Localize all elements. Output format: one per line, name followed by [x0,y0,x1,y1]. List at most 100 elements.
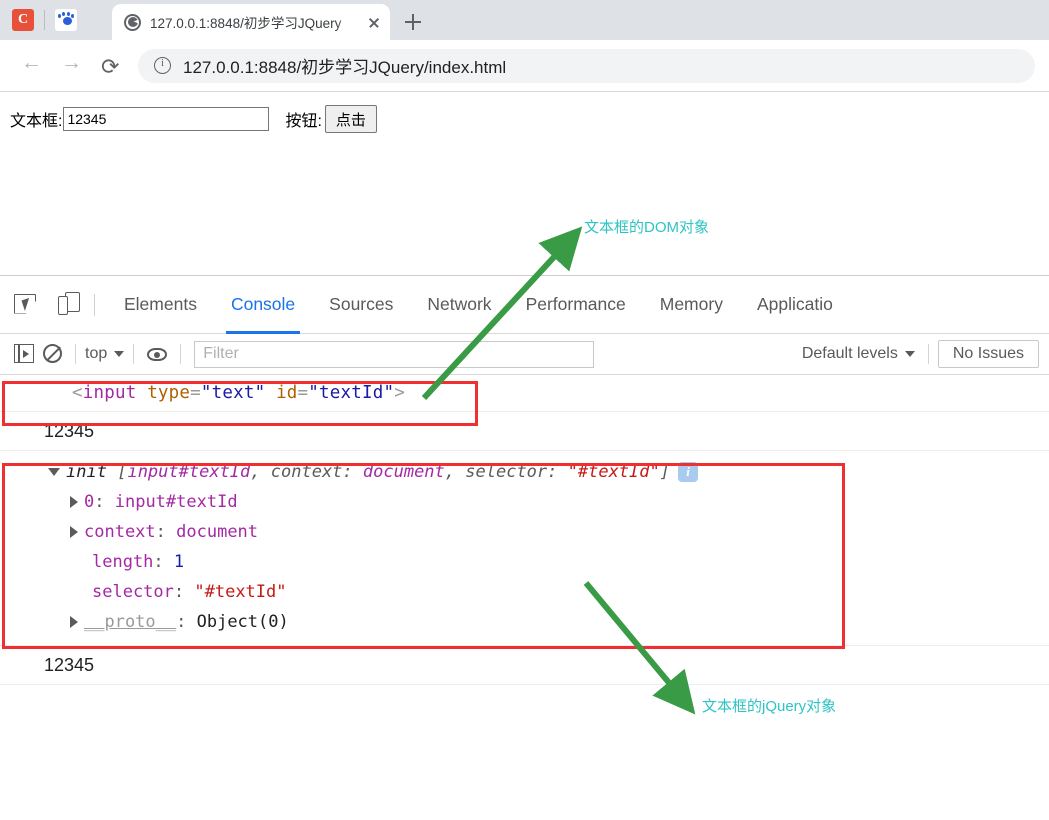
toolbar-divider [133,344,135,364]
execution-context-label: top [85,345,108,362]
property-key: length [92,552,154,572]
property-key: __proto__ [84,612,177,632]
chevron-down-icon [904,351,915,357]
chevron-right-icon[interactable] [70,526,78,538]
browser-window: C 127.0.0.1:8848/初步学习JQuery ⟳ [0,0,1049,820]
tab-memory[interactable]: Memory [643,276,740,334]
url-text: 127.0.0.1:8848/初步学习JQuery/index.html [183,58,507,77]
inspect-element-icon[interactable] [8,288,42,322]
object-property-row[interactable]: context: document [48,517,1049,547]
close-icon[interactable] [364,12,384,32]
console-toolbar: top Filter Default levels No Issues [0,334,1049,375]
property-key: context [84,522,156,542]
property-value: input#textId [114,492,238,512]
page-viewport: 文本框: 按钮: 点击 [0,92,1049,275]
address-bar[interactable]: 127.0.0.1:8848/初步学习JQuery/index.html [138,48,1035,83]
jquery-object-header[interactable]: init [input#textId, context: document, s… [48,457,1049,487]
bracket-open: [ [117,462,128,482]
toolbar-divider [75,344,76,364]
filter-placeholder: Filter [203,345,239,362]
form-row: 文本框: 按钮: 点击 [10,105,377,133]
devtools-tabbar: Elements Console Sources Network Perform… [0,276,1049,334]
browser-tab[interactable]: 127.0.0.1:8848/初步学习JQuery [112,4,390,40]
tab-console[interactable]: Console [214,276,312,334]
chevron-down-icon [114,351,125,357]
separator: , [250,462,271,482]
context-key: context: [270,462,363,482]
bracket-close: ] [659,462,670,482]
attr-id-name: id [276,383,298,403]
info-circle-icon[interactable] [154,57,171,74]
tab-title: 127.0.0.1:8848/初步学习JQuery [150,12,360,32]
property-sep: : [176,612,197,632]
filter-input[interactable]: Filter [194,340,595,368]
globe-icon [124,13,141,31]
attr-eq: = [190,383,201,403]
separator: , [444,462,466,482]
console-message-dom[interactable]: <input type="text" id="textId"> [0,375,1049,412]
reload-icon[interactable]: ⟳ [92,48,128,84]
clear-console-icon[interactable] [38,340,66,368]
open-angle: < [72,383,83,403]
device-toolbar-icon[interactable] [50,288,84,322]
tab-performance[interactable]: Performance [509,276,643,334]
object-property-row[interactable]: 0: input#textId [48,487,1049,517]
devtools-tab-list: Elements Console Sources Network Perform… [107,276,850,334]
log-levels-dropdown[interactable]: Default levels [802,345,915,363]
console-toolbar-right: Default levels No Issues [802,340,1049,368]
console-message-value-1: 12345 [0,412,1049,451]
selector-key: selector: [465,462,568,482]
issues-button[interactable]: No Issues [937,340,1039,368]
attr-id-value: "textId" [308,383,395,403]
property-value: Object(0) [196,612,289,632]
property-key: 0 [84,492,95,512]
paw-icon [57,11,75,29]
selector-value: "#textId" [567,462,660,482]
browser-toolbar: ⟳ 127.0.0.1:8848/初步学习JQuery/index.html [0,40,1049,92]
live-expression-icon[interactable] [143,340,171,368]
dom-object-annotation: 文本框的DOM对象 [584,219,709,236]
toolbar-divider [180,344,182,364]
tab-elements[interactable]: Elements [107,276,214,334]
log-levels-label: Default levels [801,345,898,362]
console-message-value-2: 12345 [0,646,1049,685]
text-field-label: 文本框: [10,113,63,130]
property-value: "#textId" [194,582,287,602]
object-property-row[interactable]: length: 1 [48,547,1049,577]
text-input[interactable] [63,107,270,131]
console-sidebar-icon[interactable] [10,340,38,368]
chevron-right-icon[interactable] [70,616,78,628]
property-sep: : [173,582,195,602]
baidu-extension-icon[interactable] [55,9,77,31]
jquery-object-annotation: 文本框的jQuery对象 [702,698,837,715]
devtools-panel: Elements Console Sources Network Perform… [0,275,1049,820]
chevron-right-icon[interactable] [70,496,78,508]
tab-application[interactable]: Applicatio [740,276,850,334]
tab-sources[interactable]: Sources [312,276,410,334]
plus-icon[interactable] [400,9,426,35]
extension-icons: C [0,0,110,40]
attr-eq: = [297,383,309,403]
c-extension-icon[interactable]: C [12,9,34,31]
chevron-down-icon[interactable] [48,468,60,476]
console-message-jquery-object[interactable]: init [input#textId, context: document, s… [0,451,1049,646]
info-badge-icon[interactable]: i [678,462,698,482]
click-button[interactable]: 点击 [324,105,377,133]
property-value: 1 [173,552,185,572]
button-label: 按钮: [285,113,322,130]
object-property-row[interactable]: selector: "#textId" [48,577,1049,607]
attr-type-name: type [147,383,191,403]
property-sep: : [153,552,174,572]
item-0: input#textId [127,462,251,482]
toolbar-divider [927,344,929,364]
back-arrow-icon[interactable] [12,48,48,84]
tab-strip: C 127.0.0.1:8848/初步学习JQuery [0,0,1049,40]
object-property-row[interactable]: __proto__: Object(0) [48,607,1049,637]
tab-network[interactable]: Network [410,276,508,334]
execution-context-selector[interactable]: top [85,345,125,363]
property-key: selector [92,582,174,602]
console-output: <input type="text" id="textId"> 12345 in… [0,375,1049,820]
toolbar-divider [94,293,95,316]
property-value: document [176,522,259,542]
forward-arrow-icon[interactable] [52,48,88,84]
